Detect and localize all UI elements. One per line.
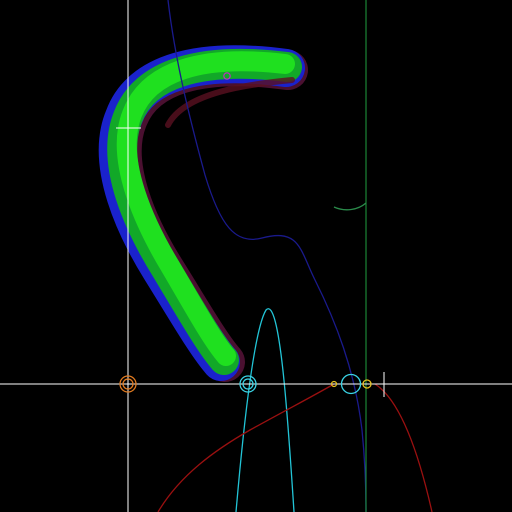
graph-canvas[interactable] [0,0,512,512]
